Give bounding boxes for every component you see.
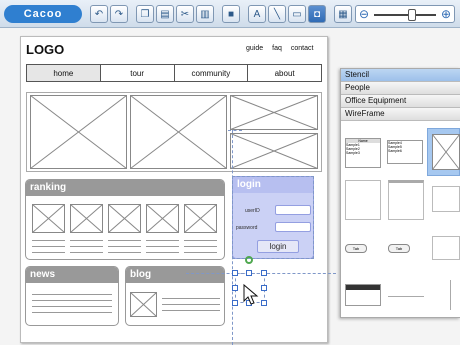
- zoom-knob[interactable]: [408, 9, 416, 21]
- stencil-button[interactable]: Tab: [388, 244, 410, 253]
- stencil-button[interactable]: Tab: [345, 244, 367, 253]
- news-title: news: [26, 267, 118, 283]
- text-icon[interactable]: A: [248, 5, 266, 23]
- save-icon[interactable]: ↶: [90, 5, 108, 23]
- mouse-cursor-icon: [243, 283, 259, 305]
- handle-mr[interactable]: [261, 285, 267, 291]
- stencil-textbox[interactable]: [432, 236, 460, 260]
- ranking-title: ranking: [26, 180, 224, 196]
- zoom-track: [374, 14, 436, 16]
- nav-community[interactable]: community: [174, 65, 249, 81]
- handle-ml[interactable]: [232, 285, 238, 291]
- stencil-table[interactable]: Name Sample1 Sample2 Sample3: [345, 138, 381, 168]
- wireframe-nav: home tour community about: [26, 64, 322, 82]
- link-contact[interactable]: contact: [291, 45, 314, 52]
- photo-icon[interactable]: ◘: [308, 5, 326, 23]
- handle-br[interactable]: [261, 300, 267, 306]
- handle-bl[interactable]: [232, 300, 238, 306]
- wireframe-logo: LOGO: [26, 42, 65, 57]
- cut-icon[interactable]: ✂: [176, 5, 194, 23]
- grid-icon[interactable]: ▦: [334, 5, 352, 23]
- nav-about[interactable]: about: [248, 65, 321, 81]
- rotate-handle[interactable]: [245, 256, 253, 264]
- cacoo-logo: Cacoo: [4, 5, 82, 23]
- image-icon[interactable]: ▭: [288, 5, 306, 23]
- stencil-dialog-bar: [346, 285, 380, 290]
- blog-content: [130, 292, 220, 317]
- nav-tour[interactable]: tour: [100, 65, 175, 81]
- nav-home[interactable]: home: [27, 65, 101, 81]
- stencil-divider[interactable]: [388, 296, 424, 297]
- guide-vertical: [232, 130, 233, 345]
- login-selection-outline: [232, 176, 314, 259]
- stencil-category-office[interactable]: Office Equipment: [341, 95, 460, 108]
- shape-icon[interactable]: ■: [222, 5, 240, 23]
- line-icon[interactable]: ╲: [268, 5, 286, 23]
- toolbar: Cacoo ↶ ↷ ❐ ▤ ✂ ▥ ■ A ╲ ▭ ◘ ▦ ⬚ i ⊖ ⊕: [0, 0, 460, 28]
- stencil-category-wireframe[interactable]: WireFrame: [341, 108, 460, 121]
- stencil-list[interactable]: Sample4 Sample5 Sample6: [387, 140, 423, 164]
- news-lines: [32, 294, 112, 313]
- zoom-slider[interactable]: ⊖ ⊕: [355, 5, 455, 23]
- stencil-panel-item[interactable]: [432, 186, 460, 212]
- blog-title: blog: [126, 267, 224, 283]
- handle-tc[interactable]: [246, 270, 252, 276]
- stencil-category-people[interactable]: People: [341, 82, 460, 95]
- paste-icon[interactable]: ▤: [156, 5, 174, 23]
- stencil-list-row: Sample6: [388, 149, 402, 153]
- stencil-image-placeholder: [432, 134, 460, 170]
- link-guide[interactable]: guide: [246, 45, 263, 52]
- zoom-in-icon[interactable]: ⊕: [441, 7, 451, 21]
- clipboard-icon[interactable]: ▥: [196, 5, 214, 23]
- link-faq[interactable]: faq: [272, 45, 282, 52]
- handle-tr[interactable]: [261, 270, 267, 276]
- stencil-vertical-line[interactable]: [450, 280, 451, 310]
- stencil-box[interactable]: [345, 180, 381, 220]
- wireframe-links: guide faq contact: [246, 45, 313, 52]
- stencil-category-stencil[interactable]: Stencil: [341, 69, 460, 82]
- hero-images: [26, 92, 322, 172]
- guide-tick: [228, 130, 242, 131]
- redo-icon[interactable]: ↷: [110, 5, 128, 23]
- stencil-table-row: Sample3: [346, 151, 360, 155]
- stencil-dialog[interactable]: [345, 284, 381, 306]
- ranking-items: [32, 204, 217, 253]
- copy-icon[interactable]: ❐: [136, 5, 154, 23]
- handle-tl[interactable]: [232, 270, 238, 276]
- stencil-window[interactable]: [388, 180, 424, 220]
- zoom-out-icon[interactable]: ⊖: [359, 7, 369, 21]
